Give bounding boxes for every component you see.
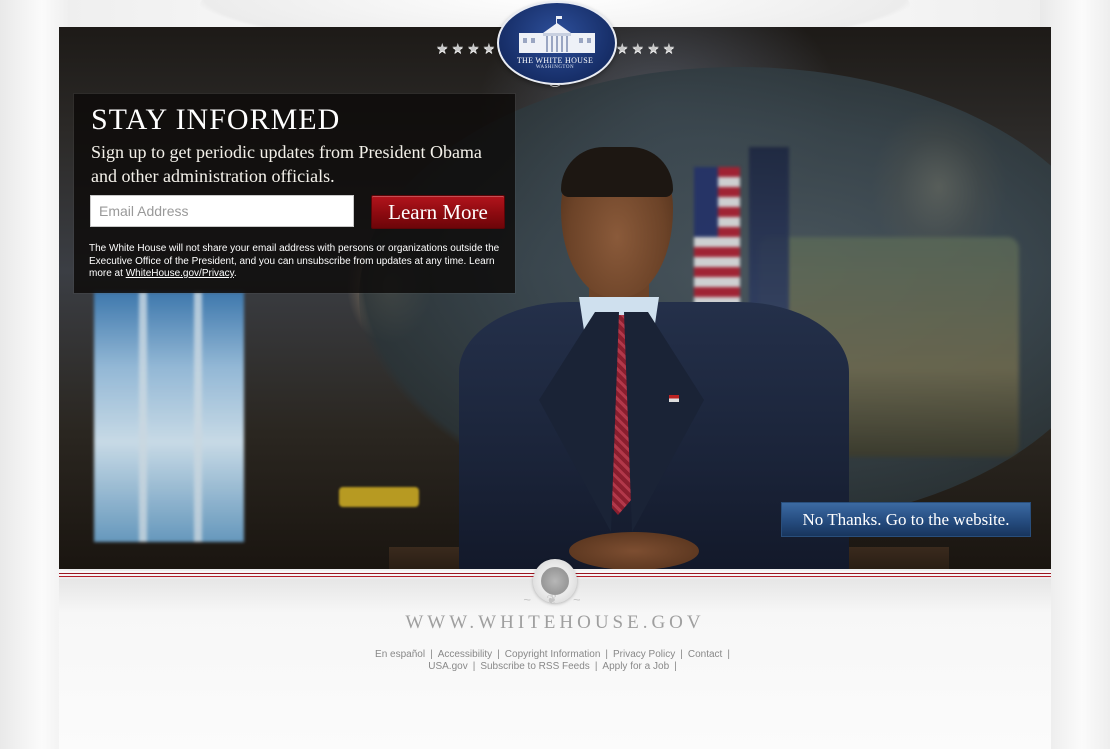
stars-left-icon: ★★★★	[436, 40, 499, 56]
footer-links: En español | Accessibility | Copyright Infor…	[305, 649, 805, 672]
footer-link-contact[interactable]: Contact	[688, 649, 722, 660]
white-house-logo[interactable]: THE WHITE HOUSE WASHINGTON	[495, 1, 617, 85]
clasped-hands	[569, 532, 699, 569]
logo-oval	[497, 1, 617, 85]
signup-description: Sign up to get periodic updates from Pre…	[91, 142, 482, 186]
logo-title: THE WHITE HOUSE	[516, 56, 594, 65]
separator: |	[680, 649, 683, 660]
separator: |	[727, 649, 730, 660]
signup-panel: STAY INFORMED Sign up to get periodic up…	[74, 94, 515, 293]
site-url[interactable]: WWW.WHITEHOUSE.GOV	[330, 612, 780, 634]
signup-heading: STAY INFORMED	[91, 103, 341, 136]
privacy-notice: The White House will not share your emai…	[89, 243, 509, 281]
logo-ornament-icon: ︶	[548, 83, 561, 97]
skip-to-website-button[interactable]: No Thanks. Go to the website.	[781, 502, 1031, 537]
learn-more-button[interactable]: Learn More	[371, 195, 505, 229]
footer-link-copyright[interactable]: Copyright Information	[505, 649, 601, 660]
separator: |	[497, 649, 500, 660]
footer-row-1: En español | Accessibility | Copyright Infor…	[305, 649, 805, 661]
window	[94, 292, 244, 542]
footer-link-privacy-policy[interactable]: Privacy Policy	[613, 649, 675, 660]
flourish-ornament-icon: ~ ❦ ~	[523, 592, 587, 607]
chair	[339, 487, 419, 507]
footer-link-accessibility[interactable]: Accessibility	[438, 649, 492, 660]
footer-link-espanol[interactable]: En español	[375, 649, 425, 660]
separator: |	[472, 660, 476, 672]
email-field[interactable]	[90, 195, 354, 227]
seal-emblem	[541, 567, 569, 595]
hair	[561, 147, 673, 197]
footer-link-rss[interactable]: Subscribe to RSS Feeds	[480, 661, 590, 672]
separator: |	[430, 649, 433, 660]
white-house-building-icon	[519, 16, 595, 53]
privacy-link[interactable]: WhiteHouse.gov/Privacy	[126, 268, 234, 279]
stars-right-icon: ★★★★	[616, 40, 679, 56]
logo-subtitle: WASHINGTON	[535, 65, 575, 70]
separator: |	[674, 660, 677, 672]
separator: |	[605, 649, 608, 660]
footer-link-usa-gov[interactable]: USA.gov	[428, 661, 467, 672]
separator: |	[594, 660, 598, 672]
footer-row-2: USA.gov | Subscribe to RSS Feeds | Apply for…	[305, 661, 805, 673]
flag-pin	[669, 395, 679, 402]
privacy-end: .	[233, 268, 237, 279]
footer-link-jobs[interactable]: Apply for a Job	[602, 661, 669, 672]
